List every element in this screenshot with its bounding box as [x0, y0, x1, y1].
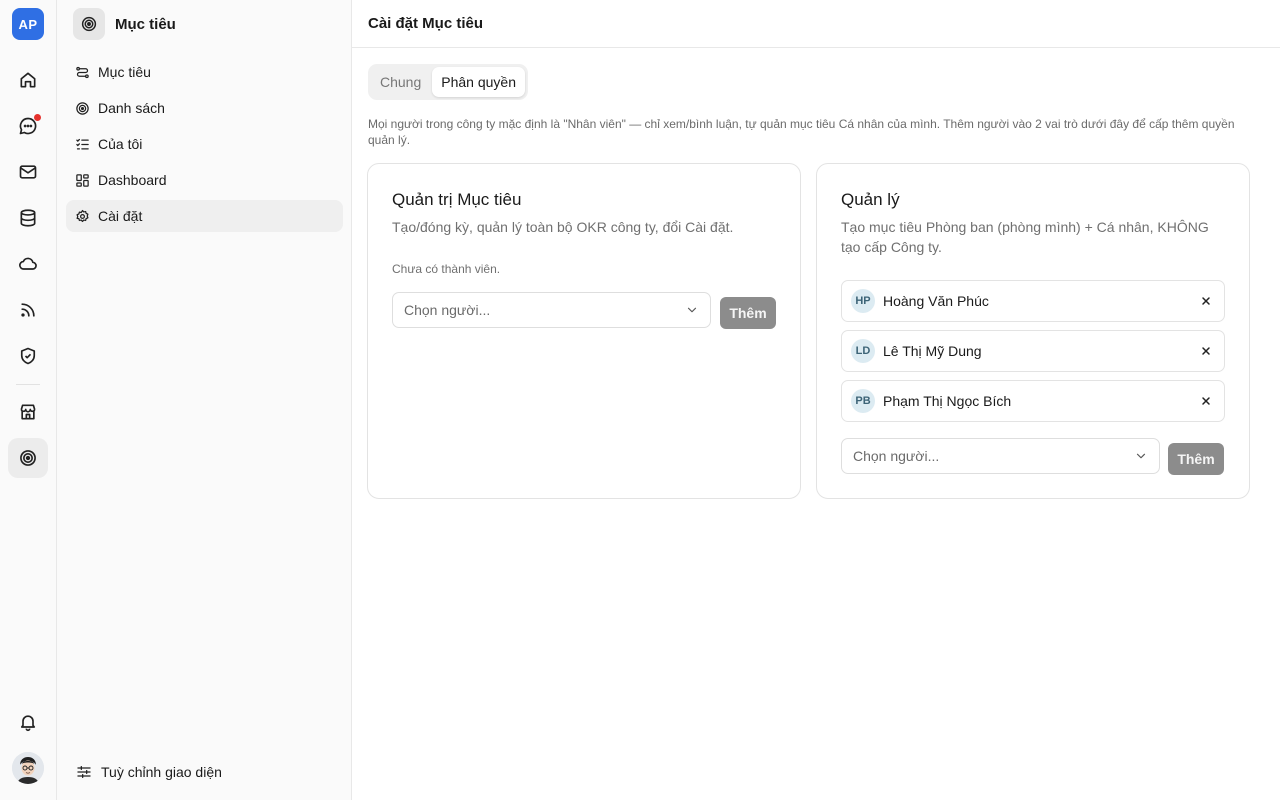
- sidebar-item-dashboard[interactable]: Dashboard: [66, 164, 343, 196]
- sidebar-item-cai-dat[interactable]: Cài đặt: [66, 200, 343, 232]
- goal-icon: [76, 66, 89, 78]
- customize-ui-label: Tuỳ chỉnh giao diện: [101, 764, 222, 780]
- close-icon[interactable]: [1197, 392, 1215, 410]
- member-name: Phạm Thị Ngọc Bích: [883, 393, 1012, 409]
- sidebar-nav: Mục tiêu Danh sách Của tôi Dashboard Cài…: [66, 56, 343, 236]
- sidebar-item-cua-toi[interactable]: Của tôi: [66, 128, 343, 160]
- role-card-manager: Quản lý Tạo mục tiêu Phòng ban (phòng mì…: [816, 163, 1250, 499]
- chevron-down-icon: [687, 307, 697, 313]
- icon-rail: AP: [0, 0, 57, 800]
- add-member-button[interactable]: Thêm: [1168, 443, 1224, 475]
- database-icon[interactable]: [8, 198, 48, 238]
- member-avatar: HP: [851, 289, 875, 313]
- notification-badge: [34, 114, 41, 121]
- sidebar-item-label: Dashboard: [98, 172, 167, 188]
- select-placeholder: Chọn người...: [853, 448, 940, 464]
- tab-phan-quyen[interactable]: Phân quyền: [432, 67, 525, 97]
- permissions-description: Mọi người trong công ty mặc định là "Nhâ…: [368, 117, 1235, 147]
- customize-ui-button[interactable]: Tuỳ chỉnh giao diện: [76, 764, 222, 780]
- member-name: Hoàng Văn Phúc: [883, 293, 989, 309]
- member-row: HP Hoàng Văn Phúc: [841, 280, 1225, 322]
- sidebar-item-label: Cài đặt: [98, 208, 143, 224]
- sidebar: Mục tiêu Mục tiêu Danh sách Của tôi Dash…: [57, 0, 352, 800]
- target-icon[interactable]: [8, 438, 48, 478]
- target-icon: [73, 8, 105, 40]
- empty-members-text: Chưa có thành viên.: [392, 262, 501, 276]
- sidebar-item-label: Của tôi: [98, 136, 143, 152]
- close-icon[interactable]: [1197, 292, 1215, 310]
- member-row: LD Lê Thị Mỹ Dung: [841, 330, 1225, 372]
- store-icon[interactable]: [8, 392, 48, 432]
- home-icon[interactable]: [8, 60, 48, 100]
- sidebar-item-muc-tieu[interactable]: Mục tiêu: [66, 56, 343, 88]
- member-avatar: PB: [851, 389, 875, 413]
- role-description: Tạo/đóng kỳ, quản lý toàn bộ OKR công ty…: [392, 219, 734, 235]
- member-row: PB Phạm Thị Ngọc Bích: [841, 380, 1225, 422]
- sidebar-title: Mục tiêu: [115, 15, 176, 33]
- role-description: Tạo mục tiêu Phòng ban (phòng mình) + Cá…: [841, 219, 1209, 255]
- checklist-icon: [76, 138, 89, 149]
- rail-divider: [16, 384, 40, 385]
- member-name: Lê Thị Mỹ Dung: [883, 343, 982, 359]
- topbar: Cài đặt Mục tiêu: [352, 0, 1280, 48]
- person-select[interactable]: Chọn người...: [392, 292, 711, 328]
- workspace-logo[interactable]: AP: [12, 8, 44, 40]
- target-icon: [76, 101, 89, 115]
- add-member-button[interactable]: Thêm: [720, 297, 776, 329]
- sidebar-item-label: Mục tiêu: [98, 64, 151, 80]
- mail-icon[interactable]: [8, 152, 48, 192]
- dashboard-icon: [76, 173, 89, 187]
- role-card-admin: Quản trị Mục tiêu Tạo/đóng kỳ, quản lý t…: [367, 163, 801, 499]
- role-title: Quản lý: [841, 190, 900, 209]
- gear-icon: [76, 209, 89, 222]
- sidebar-item-danh-sach[interactable]: Danh sách: [66, 92, 343, 124]
- chat-icon[interactable]: [8, 106, 48, 146]
- page-title: Cài đặt Mục tiêu: [368, 15, 484, 32]
- main-content: Cài đặt Mục tiêu Chung Phân quyền Mọi ng…: [352, 0, 1280, 800]
- user-avatar[interactable]: [12, 752, 44, 784]
- shield-check-icon[interactable]: [8, 336, 48, 376]
- person-select[interactable]: Chọn người...: [841, 438, 1160, 474]
- sidebar-header: Mục tiêu: [73, 8, 176, 40]
- sidebar-item-label: Danh sách: [98, 100, 165, 116]
- member-avatar: LD: [851, 339, 875, 363]
- chevron-down-icon: [1136, 453, 1146, 459]
- tabs: Chung Phân quyền: [368, 64, 528, 100]
- tab-chung[interactable]: Chung: [371, 67, 430, 97]
- bell-icon[interactable]: [8, 702, 48, 742]
- select-placeholder: Chọn người...: [404, 302, 491, 318]
- sliders-icon: [77, 766, 91, 778]
- cloud-icon[interactable]: [8, 244, 48, 284]
- close-icon[interactable]: [1197, 342, 1215, 360]
- rss-icon[interactable]: [8, 290, 48, 330]
- role-title: Quản trị Mục tiêu: [392, 190, 522, 209]
